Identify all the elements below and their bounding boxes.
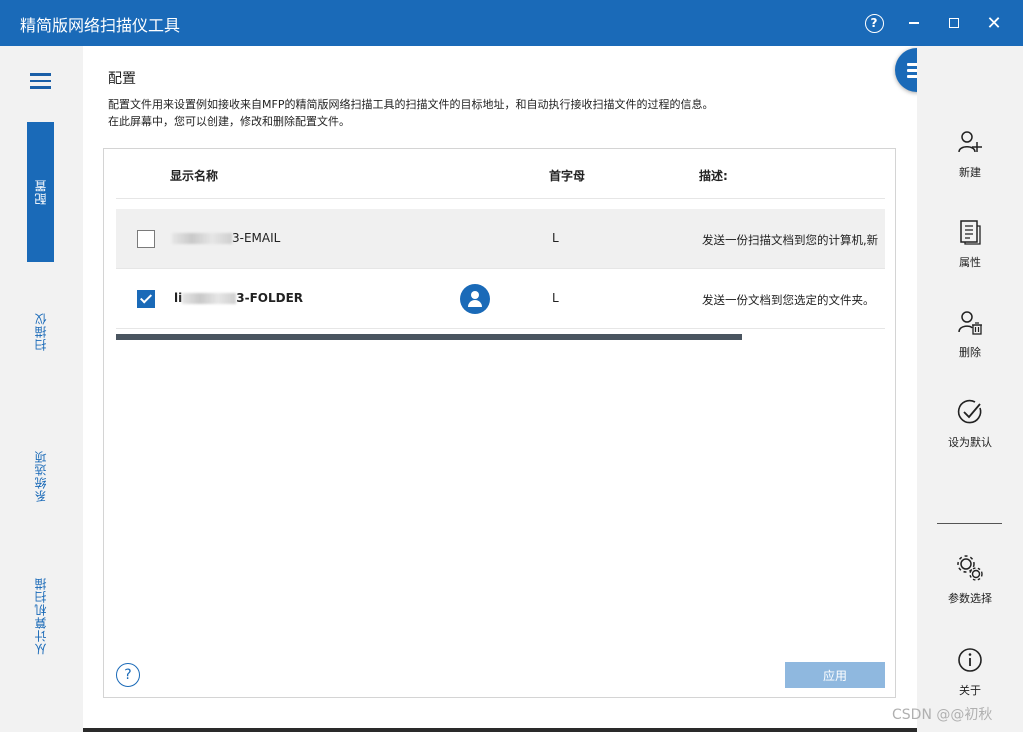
- bottom-strip: [83, 728, 917, 732]
- profile-name: li 3-FOLDER: [174, 291, 303, 305]
- close-button[interactable]: ✕: [974, 0, 1014, 46]
- table-row[interactable]: li 3-FOLDER L 发送一份文档到您选定的文件夹。: [116, 269, 885, 329]
- nav-item-scanner[interactable]: 扫描仪: [27, 296, 54, 366]
- column-header-description[interactable]: 描述:: [699, 167, 728, 184]
- maximize-button[interactable]: [934, 0, 974, 46]
- column-header-name[interactable]: 显示名称: [170, 167, 218, 184]
- action-label: 新建: [959, 166, 981, 179]
- table-header: 显示名称 首字母 描述:: [116, 149, 885, 199]
- profile-description: 发送一份扫描文档到您的计算机,新: [702, 233, 879, 247]
- window-title: 精简版网络扫描仪工具: [20, 16, 181, 35]
- profile-initial: L: [552, 231, 559, 245]
- profile-initial: L: [552, 291, 559, 305]
- app-window: 精简版网络扫描仪工具 ? ✕ 配置 扫描仪 系统选项 从计算机扫描 配置 配置文…: [0, 0, 1023, 732]
- action-label: 设为默认: [948, 436, 992, 449]
- properties-icon: [960, 220, 981, 245]
- action-bar: 新建 属性 删除 设为默认 参数选择 关于: [917, 46, 1023, 732]
- close-icon: ✕: [986, 12, 1002, 34]
- minimize-button[interactable]: [894, 0, 934, 46]
- profile-name: 3-EMAIL: [172, 231, 280, 245]
- divider: [937, 523, 1002, 524]
- delete-user-icon: [958, 311, 982, 335]
- preferences-button[interactable]: 参数选择: [917, 554, 1023, 606]
- page-description: 配置文件用来设置例如接收来自MFP的精简版网络扫描工具的扫描文件的目标地址，和自…: [108, 96, 713, 130]
- set-default-button[interactable]: 设为默认: [917, 398, 1023, 450]
- default-user-icon: [460, 284, 490, 314]
- profile-name-suffix: 3-EMAIL: [232, 231, 281, 245]
- page-title: 配置: [108, 71, 136, 87]
- add-user-icon: [958, 131, 982, 153]
- profile-description: 发送一份文档到您选定的文件夹。: [702, 293, 875, 307]
- nav-item-profiles[interactable]: 配置: [27, 122, 54, 262]
- nav-item-system-options[interactable]: 系统选项: [27, 431, 54, 521]
- horizontal-scrollbar[interactable]: [116, 334, 742, 340]
- main-content: 配置 配置文件用来设置例如接收来自MFP的精简版网络扫描工具的扫描文件的目标地址…: [83, 46, 939, 728]
- about-button[interactable]: 关于: [917, 646, 1023, 698]
- description-line: 配置文件用来设置例如接收来自MFP的精简版网络扫描工具的扫描文件的目标地址，和自…: [108, 98, 714, 111]
- info-icon: [958, 648, 982, 672]
- action-label: 参数选择: [948, 592, 992, 605]
- table-row[interactable]: 3-EMAIL L 发送一份扫描文档到您的计算机,新: [116, 209, 885, 269]
- column-header-initial[interactable]: 首字母: [549, 167, 585, 184]
- help-circle-icon[interactable]: ?: [116, 663, 140, 687]
- redacted-text: [172, 233, 232, 244]
- row-checkbox[interactable]: [137, 230, 155, 248]
- nav-item-label: 扫描仪: [34, 311, 48, 351]
- check-circle-icon: [957, 399, 982, 424]
- hamburger-menu-icon[interactable]: [30, 73, 51, 93]
- watermark: CSDN @@初秋: [892, 707, 993, 723]
- maximize-icon: [949, 18, 959, 28]
- title-bar: 精简版网络扫描仪工具 ? ✕: [0, 0, 1023, 46]
- properties-button[interactable]: 属性: [917, 218, 1023, 270]
- nav-item-label: 从计算机扫描: [34, 577, 48, 655]
- help-icon: ?: [864, 13, 884, 33]
- profile-name-prefix: li: [174, 291, 183, 305]
- gears-icon: [957, 555, 983, 581]
- left-nav: 配置 扫描仪 系统选项 从计算机扫描: [0, 46, 83, 732]
- nav-item-label: 配置: [34, 179, 48, 205]
- profiles-panel: 显示名称 首字母 描述: 3-EMAIL L 发送一份扫描文档到您的计算机,新 …: [103, 148, 896, 698]
- help-button[interactable]: ?: [854, 0, 894, 46]
- minimize-icon: [909, 22, 919, 24]
- action-label: 属性: [959, 256, 981, 269]
- action-label: 关于: [959, 684, 981, 697]
- delete-profile-button[interactable]: 删除: [917, 308, 1023, 360]
- row-checkbox[interactable]: [137, 290, 155, 308]
- nav-item-label: 系统选项: [34, 450, 48, 502]
- redacted-text: [182, 293, 237, 304]
- new-profile-button[interactable]: 新建: [917, 128, 1023, 180]
- action-label: 删除: [959, 346, 981, 359]
- nav-item-scan-from-computer[interactable]: 从计算机扫描: [27, 561, 54, 671]
- apply-button[interactable]: 应用: [785, 662, 885, 688]
- profile-name-suffix: 3-FOLDER: [236, 291, 304, 305]
- description-line: 在此屏幕中，您可以创建，修改和删除配置文件。: [108, 115, 350, 128]
